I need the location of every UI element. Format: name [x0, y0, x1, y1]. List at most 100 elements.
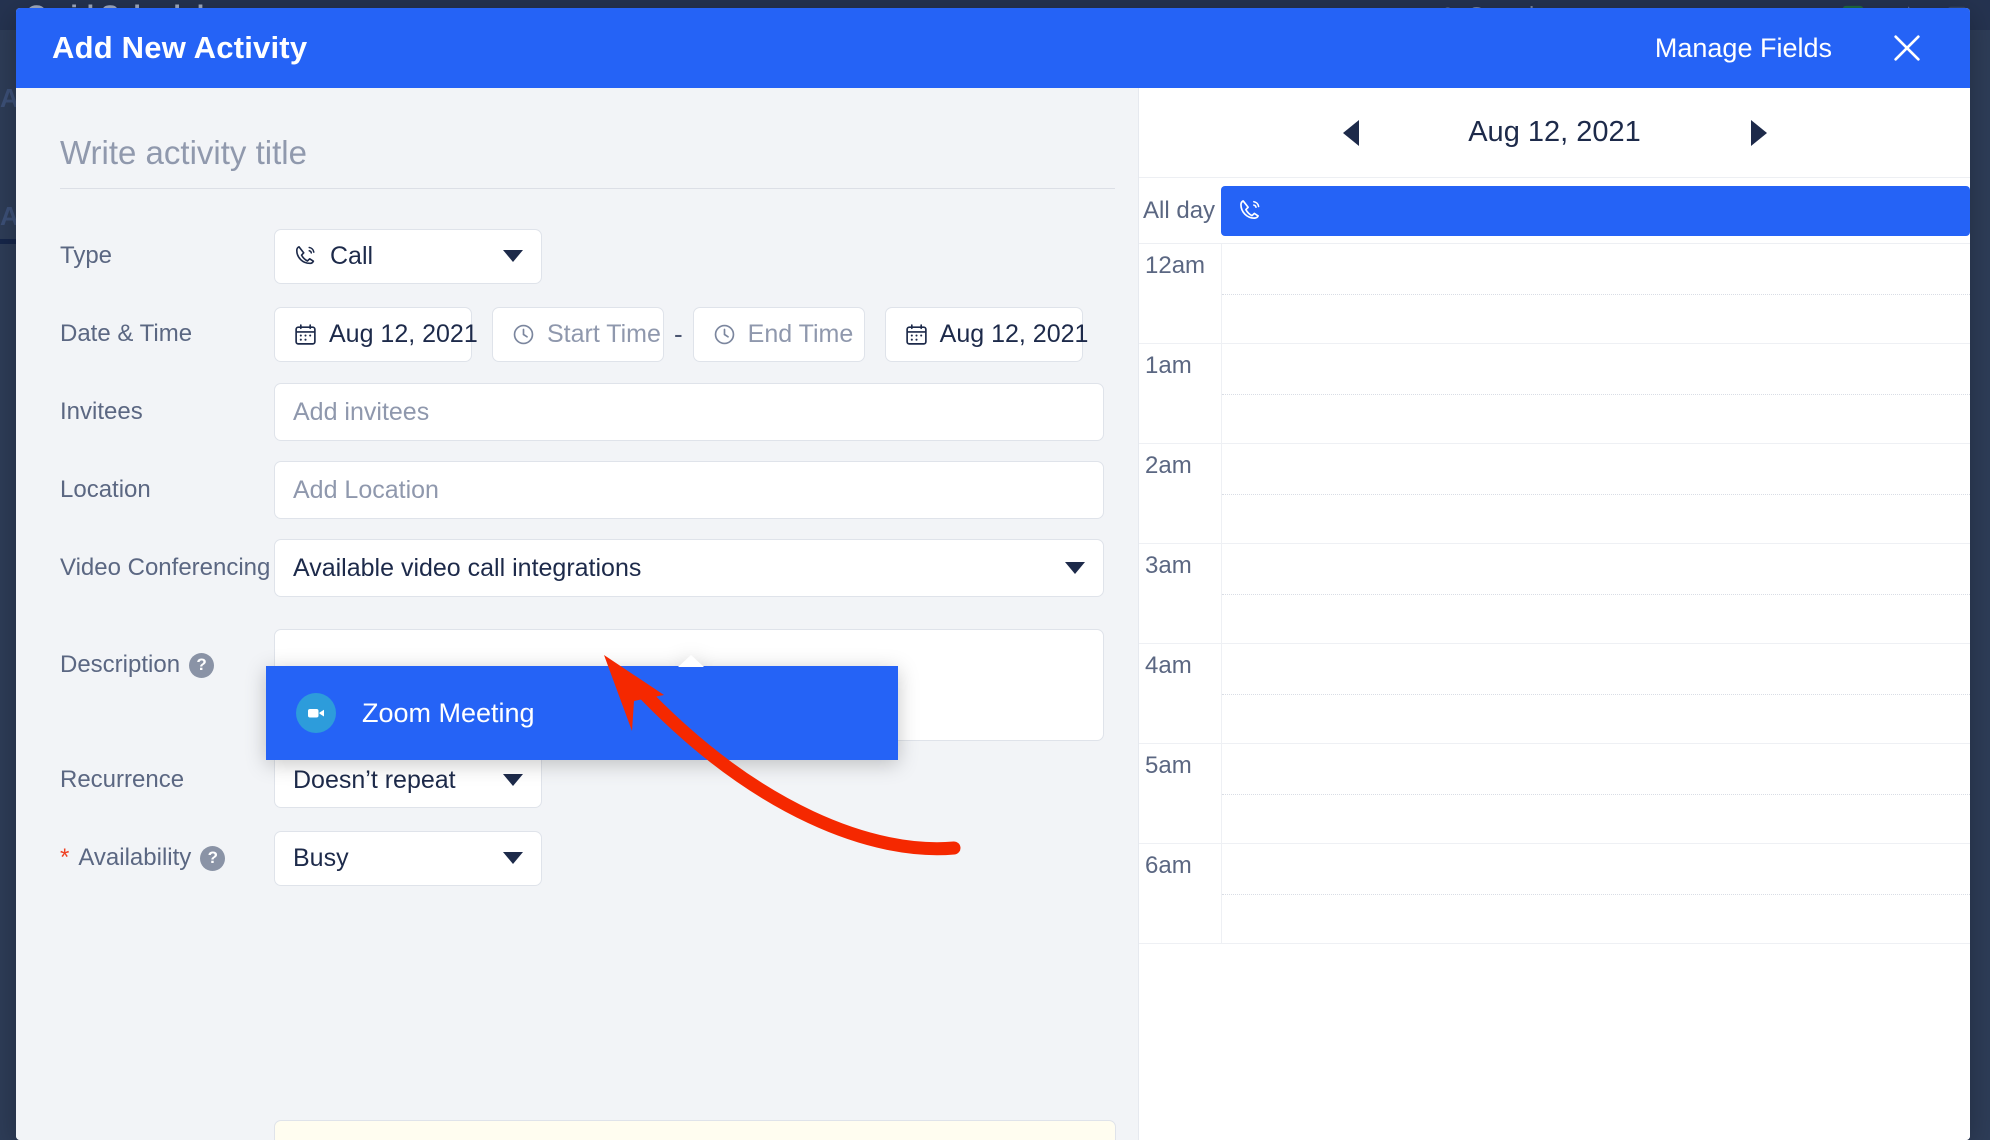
calendar-pane: Aug 12, 2021 All day 12am 1am 2am 3am 4am 5am…	[1138, 88, 1970, 1140]
start-date-value: Aug 12, 2021	[329, 319, 478, 348]
manage-fields-button[interactable]: Manage Fields	[1655, 33, 1832, 64]
calendar-icon	[293, 322, 318, 347]
calendar-hour-label: 6am	[1145, 852, 1192, 879]
calendar-hour-slot[interactable]	[1221, 244, 1970, 343]
start-date-input[interactable]: Aug 12, 2021	[274, 306, 478, 362]
availability-value: Busy	[293, 843, 349, 872]
availability-label: Availability	[78, 844, 192, 871]
calendar-hour-label: 12am	[1145, 252, 1206, 279]
calendar-hour-slot[interactable]	[1221, 744, 1970, 843]
calendar-hour-label: 4am	[1145, 652, 1192, 679]
type-value: Call	[330, 241, 374, 270]
chevron-down-icon	[1065, 562, 1085, 574]
page-title: Add New Activity	[52, 30, 308, 65]
required-marker: *	[60, 844, 70, 871]
recurrence-label: Recurrence	[60, 766, 185, 793]
clock-icon	[712, 322, 737, 347]
calendar-time-grid[interactable]: 12am 1am 2am 3am 4am 5am 6am	[1139, 244, 1970, 1140]
help-icon[interactable]: ?	[189, 652, 215, 678]
activity-title-wrap	[60, 88, 1115, 189]
dropdown-option-label: Zoom Meeting	[362, 697, 535, 728]
activity-form-pane: Type Call Date & Time	[16, 88, 1138, 1140]
end-date-input[interactable]: Aug 12, 2021	[884, 306, 1088, 362]
calendar-hour-block[interactable]: 4am	[1139, 644, 1970, 744]
calendar-hour-block[interactable]: 6am	[1139, 844, 1970, 944]
calendar-hour-slot[interactable]	[1221, 544, 1970, 643]
calendar-hour-slot[interactable]	[1221, 844, 1970, 943]
invitees-label: Invitees	[60, 398, 143, 425]
calendar-half-hour-divider	[1222, 794, 1970, 795]
phone-call-icon	[293, 243, 319, 269]
invitees-input[interactable]: Add invitees	[274, 383, 1104, 441]
chevron-left-icon[interactable]	[1342, 119, 1359, 146]
calendar-hour-block[interactable]: 3am	[1139, 544, 1970, 644]
close-icon[interactable]	[1890, 31, 1924, 65]
modal-header-actions: Manage Fields	[1655, 31, 1924, 65]
calendar-half-hour-divider	[1222, 894, 1970, 895]
modal-body: Type Call Date & Time	[16, 88, 1970, 1140]
form-row-availability: * Availability ? Busy	[60, 819, 1104, 897]
calendar-hour-slot[interactable]	[1221, 644, 1970, 743]
calendar-hour-label: 5am	[1145, 752, 1192, 779]
type-label: Type	[60, 242, 113, 269]
chevron-down-icon	[503, 852, 523, 864]
end-time-placeholder: End Time	[747, 319, 854, 348]
calendar-all-day-row: All day	[1139, 178, 1970, 244]
calendar-half-hour-divider	[1222, 394, 1970, 395]
start-time-input[interactable]: Start Time	[492, 306, 664, 362]
activity-title-input[interactable]	[60, 134, 1115, 189]
calendar-hour-slot[interactable]	[1221, 344, 1970, 443]
availability-label-group: * Availability ?	[60, 844, 274, 872]
phone-call-icon	[1240, 200, 1260, 219]
calendar-hour-block[interactable]: 12am	[1139, 244, 1970, 344]
start-time-placeholder: Start Time	[547, 319, 661, 348]
calendar-half-hour-divider	[1222, 294, 1970, 295]
recurrence-select[interactable]: Doesn’t repeat	[274, 752, 542, 808]
video-conferencing-value: Available video call integrations	[293, 553, 642, 582]
time-range-separator: -	[674, 318, 683, 349]
calendar-half-hour-divider	[1222, 494, 1970, 495]
location-input[interactable]: Add Location	[274, 461, 1104, 519]
form-row-invitees: Invitees Add invitees	[60, 373, 1104, 451]
location-placeholder: Add Location	[293, 475, 439, 504]
video-conferencing-dropdown: Zoom Meeting	[266, 655, 898, 760]
dropdown-pointer-icon	[678, 655, 704, 667]
next-field-partial[interactable]	[274, 1120, 1116, 1140]
chevron-down-icon	[503, 774, 523, 786]
clock-icon	[511, 322, 536, 347]
form-row-type: Type Call	[60, 217, 1104, 295]
dropdown-option-list: Zoom Meeting	[266, 666, 898, 760]
type-select[interactable]: Call	[274, 228, 542, 284]
calendar-header: Aug 12, 2021	[1139, 88, 1970, 178]
calendar-hour-slot[interactable]	[1221, 444, 1970, 543]
form-row-datetime: Date & Time Aug 12, 2021 Start Time - En…	[60, 295, 1104, 373]
form-row-location: Location Add Location	[60, 451, 1104, 529]
calendar-hour-label: 2am	[1145, 452, 1192, 479]
calendar-hour-block[interactable]: 1am	[1139, 344, 1970, 444]
dropdown-option-zoom-meeting[interactable]: Zoom Meeting	[266, 666, 898, 760]
calendar-half-hour-divider	[1222, 594, 1970, 595]
location-label: Location	[60, 476, 151, 503]
invitees-placeholder: Add invitees	[293, 397, 430, 426]
calendar-icon	[904, 322, 929, 347]
calendar-hour-block[interactable]: 5am	[1139, 744, 1970, 844]
calendar-hour-label: 3am	[1145, 552, 1192, 579]
description-label-group: Description ?	[60, 607, 274, 679]
video-conferencing-label: Video Conferencing	[60, 554, 271, 581]
availability-select[interactable]: Busy	[274, 830, 542, 886]
video-conferencing-select[interactable]: Available video call integrations	[274, 539, 1104, 597]
chevron-right-icon[interactable]	[1750, 119, 1767, 146]
form-row-video-conferencing: Video Conferencing Available video call …	[60, 529, 1104, 607]
add-new-activity-modal: Add New Activity Manage Fields Type	[16, 8, 1970, 1140]
calendar-hour-block[interactable]: 2am	[1139, 444, 1970, 544]
calendar-current-date: Aug 12, 2021	[1468, 116, 1641, 148]
modal-header: Add New Activity Manage Fields	[16, 8, 1970, 88]
zoom-video-icon	[296, 693, 336, 733]
all-day-event-block[interactable]	[1221, 185, 1970, 236]
description-label: Description	[60, 651, 181, 678]
end-time-input[interactable]: End Time	[692, 306, 865, 362]
datetime-label: Date & Time	[60, 320, 193, 347]
help-icon[interactable]: ?	[200, 845, 226, 871]
calendar-hour-label: 1am	[1145, 352, 1192, 379]
calendar-half-hour-divider	[1222, 694, 1970, 695]
